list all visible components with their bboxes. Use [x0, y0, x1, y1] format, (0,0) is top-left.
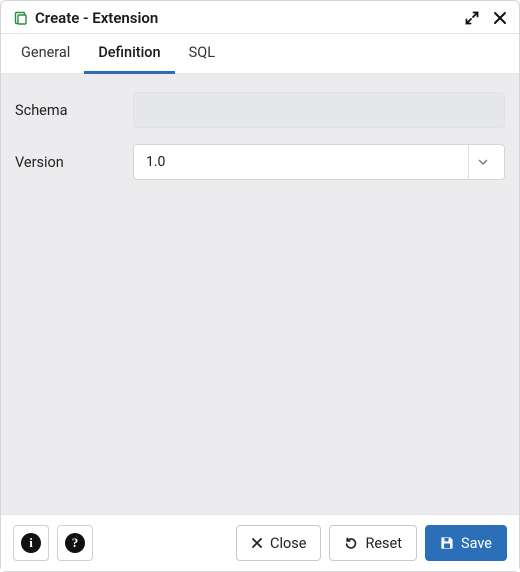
help-button[interactable]: ?: [57, 525, 93, 561]
form-body: Schema Version 1.0: [1, 74, 519, 514]
dialog-title: Create - Extension: [35, 9, 158, 27]
schema-label: Schema: [15, 102, 133, 119]
chevron-down-icon[interactable]: [468, 145, 496, 179]
header-actions: [465, 11, 507, 25]
info-button[interactable]: i: [13, 525, 49, 561]
reset-icon: [344, 536, 358, 550]
dialog-header: Create - Extension: [1, 1, 519, 34]
tabs: General Definition SQL: [1, 34, 519, 74]
extension-icon: [13, 10, 29, 26]
close-btn-icon: [251, 537, 263, 549]
save-button-label: Save: [461, 535, 492, 552]
close-button-label: Close: [270, 535, 306, 552]
version-label: Version: [15, 154, 133, 171]
maximize-icon[interactable]: [465, 11, 479, 25]
close-button[interactable]: Close: [236, 525, 321, 561]
tab-general[interactable]: General: [7, 34, 84, 74]
dialog-footer: i ? Close Reset: [1, 514, 519, 571]
reset-button-label: Reset: [365, 535, 402, 552]
tab-definition[interactable]: Definition: [84, 34, 174, 74]
info-icon: i: [21, 533, 41, 553]
help-icon: ?: [65, 533, 85, 553]
close-icon[interactable]: [493, 11, 507, 25]
tab-sql[interactable]: SQL: [175, 34, 229, 74]
schema-row: Schema: [15, 92, 505, 128]
save-icon: [440, 536, 454, 550]
version-field[interactable]: 1.0: [133, 144, 505, 180]
create-extension-dialog: Create - Extension General Definition: [0, 0, 520, 572]
reset-button[interactable]: Reset: [329, 525, 417, 561]
save-button[interactable]: Save: [425, 525, 507, 561]
version-row: Version 1.0: [15, 144, 505, 180]
schema-field[interactable]: [133, 92, 505, 128]
version-value: 1.0: [146, 154, 462, 170]
